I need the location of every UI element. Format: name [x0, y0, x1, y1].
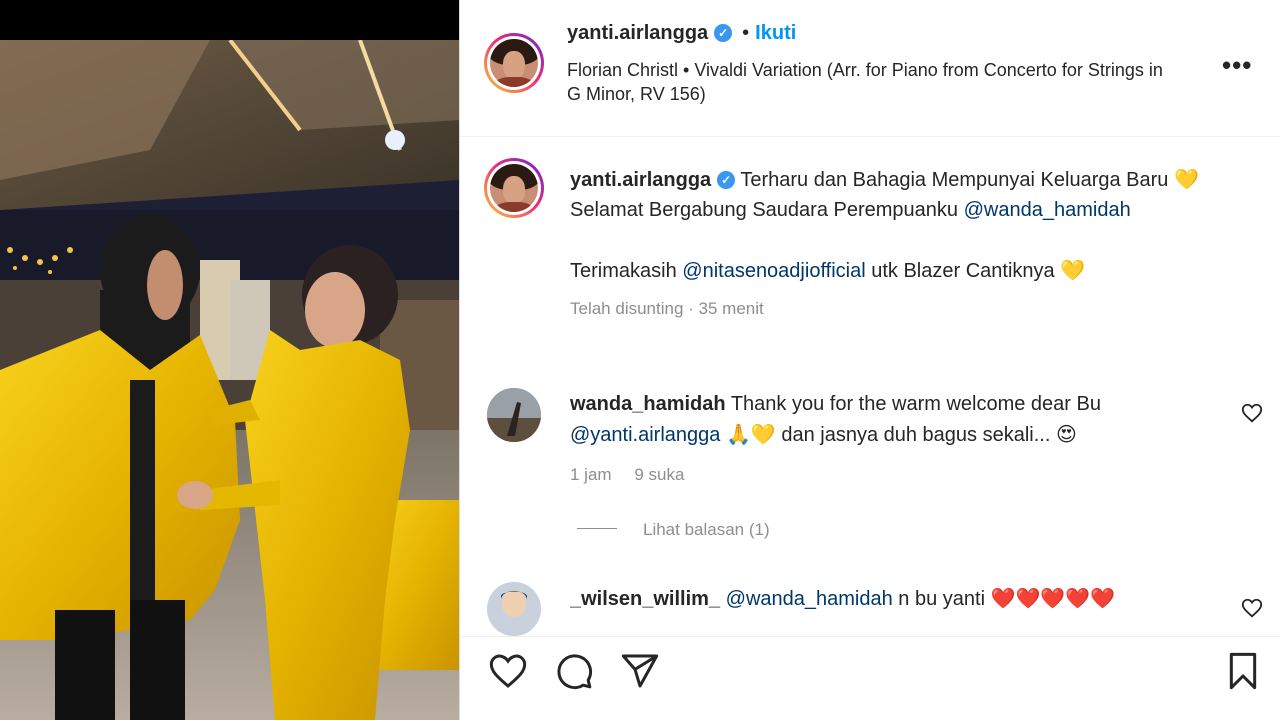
comment-icon[interactable]: [554, 651, 594, 691]
post-header: yanti.airlangga ✓ • Ikuti: [567, 22, 796, 45]
verified-badge-icon: ✓: [717, 171, 736, 189]
more-options-icon[interactable]: •••: [1222, 50, 1252, 81]
share-icon[interactable]: [620, 651, 660, 691]
comment-text: n bu yanti: [898, 588, 986, 610]
comment-text-post: dan jasnya duh bagus sekali...: [781, 424, 1051, 446]
mention-link[interactable]: @nitasenoadjiofficial: [682, 260, 865, 282]
caption-line-3-post: utk Blazer Cantiknya: [871, 260, 1055, 282]
comment-likes[interactable]: 9 suka: [634, 465, 684, 484]
caption-meta: Telah disunting · 35 menit: [570, 299, 764, 318]
post-media[interactable]: [0, 0, 459, 720]
like-comment-heart-icon[interactable]: [1241, 402, 1263, 424]
like-comment-heart-icon[interactable]: [1241, 597, 1263, 619]
mention-link[interactable]: @wanda_hamidah: [726, 588, 893, 610]
mention-link[interactable]: @yanti.airlangga: [570, 424, 720, 446]
comment-emojis: 🙏💛: [725, 422, 776, 446]
replies-line: [577, 528, 617, 529]
mention-link[interactable]: @wanda_hamidah: [964, 199, 1131, 221]
comment-text: Thank you for the warm welcome dear Bu: [730, 393, 1101, 415]
header-divider: [460, 136, 1280, 137]
author-username[interactable]: yanti.airlangga: [567, 22, 708, 44]
caption-username[interactable]: yanti.airlangga: [570, 169, 711, 191]
commenter-avatar[interactable]: [487, 582, 541, 636]
caption-line-3-pre: Terimakasih: [570, 260, 677, 282]
red-hearts-emoji: ❤️❤️❤️❤️❤️: [990, 586, 1116, 610]
like-heart-icon[interactable]: [488, 651, 528, 691]
caption-avatar[interactable]: [484, 158, 544, 218]
post-caption: yanti.airlangga ✓ Terharu dan Bahagia Mem…: [570, 164, 1210, 324]
follow-button[interactable]: Ikuti: [755, 22, 796, 44]
author-avatar[interactable]: [484, 33, 544, 93]
yellow-heart-emoji: 💛: [1060, 258, 1086, 282]
comment-username[interactable]: wanda_hamidah: [570, 393, 726, 415]
comment-item: _wilsen_willim_ @wanda_hamidah n bu yant…: [570, 583, 1210, 619]
comment-username[interactable]: _wilsen_willim_: [570, 588, 720, 610]
comment-time[interactable]: 1 jam: [570, 465, 612, 484]
commenter-avatar[interactable]: [487, 388, 541, 442]
yellow-heart-emoji: 💛: [1173, 167, 1199, 191]
media-image: [0, 0, 459, 720]
post-detail-panel: yanti.airlangga ✓ • Ikuti Florian Christl •…: [460, 0, 1280, 720]
caption-line-2: Selamat Bergabung Saudara Perempuanku: [570, 199, 959, 221]
heart-eyes-emoji: 😍: [1055, 422, 1077, 446]
bookmark-icon[interactable]: [1223, 651, 1263, 691]
view-replies-button[interactable]: Lihat balasan (1): [577, 520, 770, 540]
caption-line-1: Terharu dan Bahagia Mempunyai Keluarga B…: [740, 169, 1169, 191]
comment-item: wanda_hamidah Thank you for the warm wel…: [570, 389, 1210, 490]
verified-badge-icon: ✓: [714, 24, 733, 42]
action-bar: [460, 636, 1280, 721]
audio-track-link[interactable]: Florian Christl • Vivaldi Variation (Arr…: [567, 58, 1167, 106]
view-replies-label: Lihat balasan (1): [643, 520, 770, 539]
media-top-bar: [0, 0, 459, 40]
separator-dot: •: [742, 22, 750, 44]
